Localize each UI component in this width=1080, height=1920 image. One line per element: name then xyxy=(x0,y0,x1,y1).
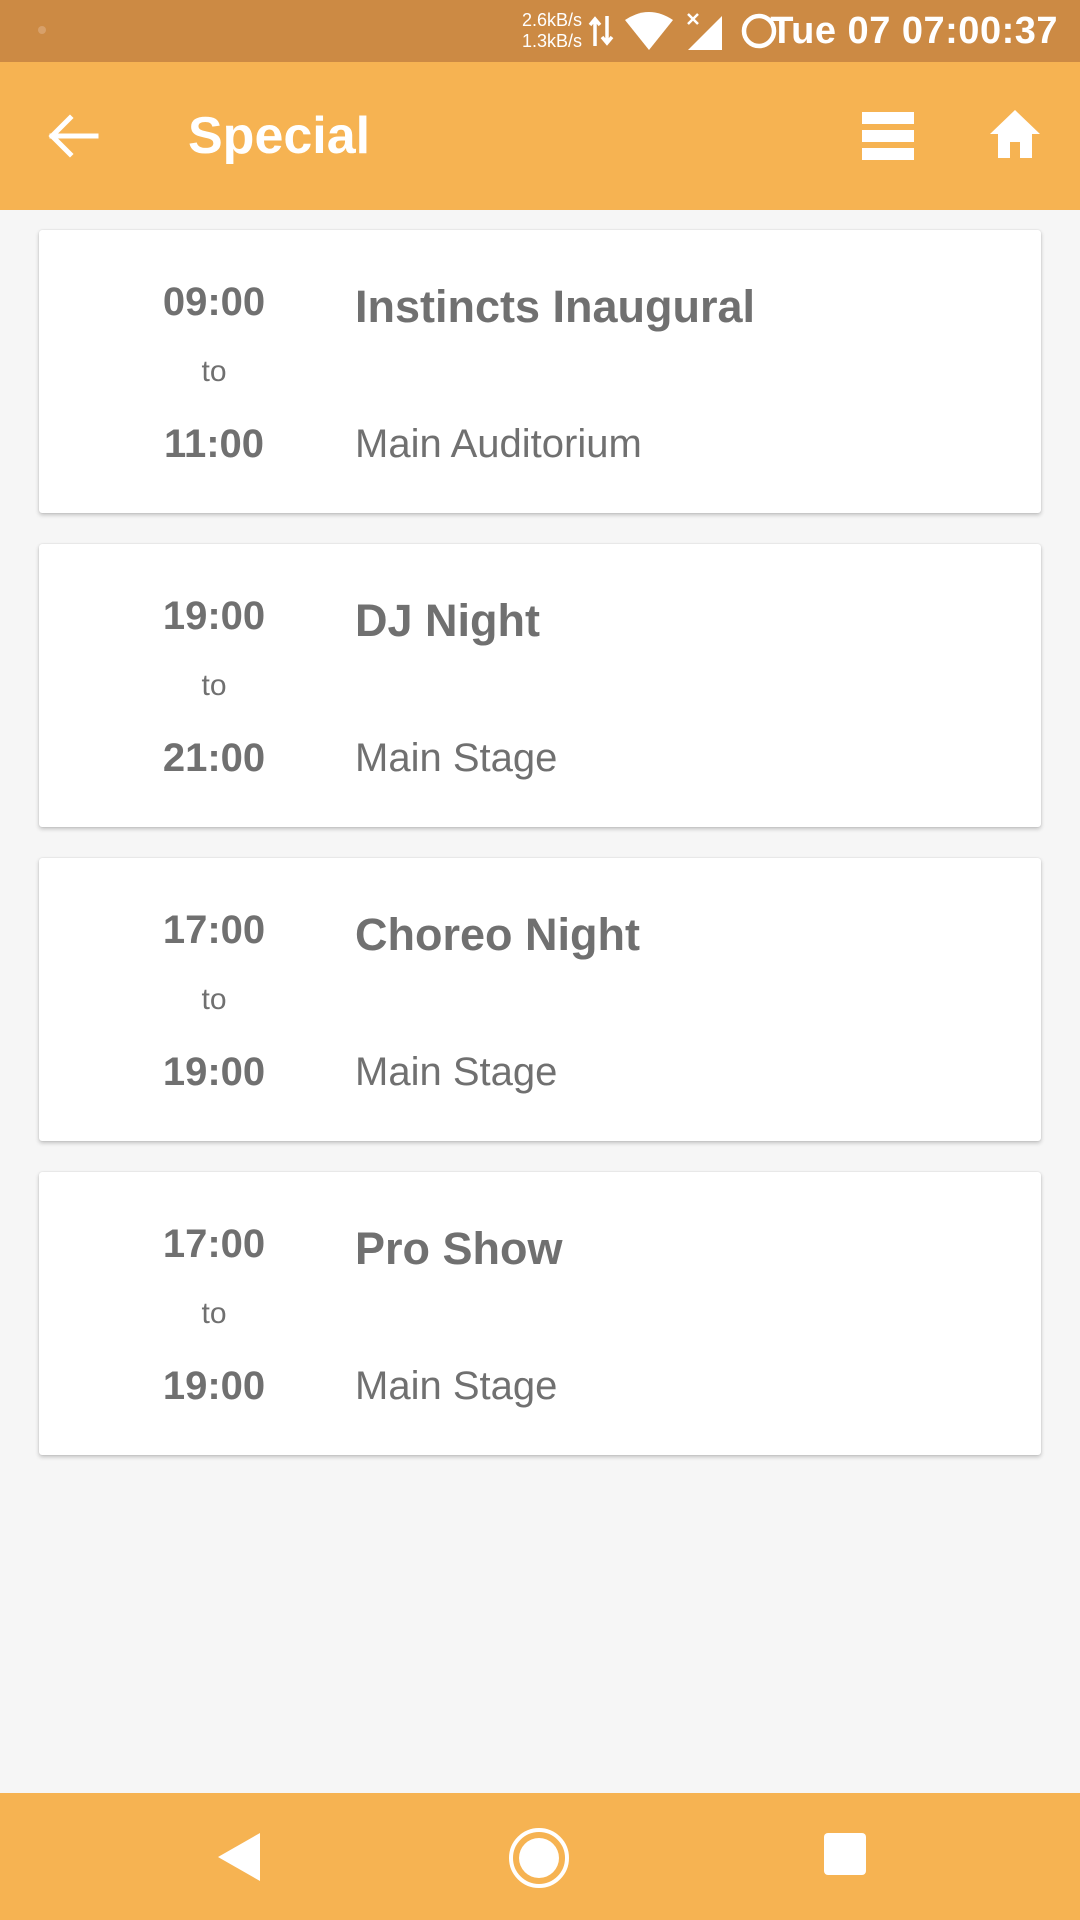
status-bar: 2.6kB/s 1.3kB/s Tue 07 07:00:37 xyxy=(0,0,1080,62)
signal-icon xyxy=(687,13,722,50)
net-down-speed: 1.3kB/s xyxy=(521,31,582,51)
nav-home-icon xyxy=(509,1828,569,1888)
nav-recents-icon xyxy=(824,1833,866,1875)
system-nav-bar xyxy=(0,1793,1080,1920)
page-title: Special xyxy=(188,107,371,165)
event-title: Choreo Night xyxy=(355,909,640,960)
event-title: Instincts Inaugural xyxy=(355,281,756,332)
event-time-separator: to xyxy=(201,983,227,1016)
nav-back-icon xyxy=(218,1833,260,1881)
event-title: Pro Show xyxy=(355,1223,563,1274)
back-button[interactable] xyxy=(44,110,100,162)
event-card[interactable]: 17:00 to 19:00 Choreo Night Main Stage xyxy=(39,858,1041,1141)
event-card[interactable]: 09:00 to 11:00 Instincts Inaugural Main … xyxy=(39,230,1041,513)
wifi-icon xyxy=(625,12,673,50)
event-title: DJ Night xyxy=(355,595,540,646)
app-bar: Special xyxy=(0,62,1080,210)
event-venue: Main Stage xyxy=(355,1050,558,1094)
event-card[interactable]: 19:00 to 21:00 DJ Night Main Stage xyxy=(39,544,1041,827)
view-toggle-button[interactable] xyxy=(858,108,918,164)
event-venue: Main Stage xyxy=(355,1364,558,1408)
event-end-time: 11:00 xyxy=(163,422,265,466)
home-button[interactable] xyxy=(986,106,1044,162)
event-start-time: 09:00 xyxy=(162,280,266,324)
view-agenda-icon xyxy=(862,112,914,160)
event-list: 09:00 to 11:00 Instincts Inaugural Main … xyxy=(39,230,1041,1486)
network-speed: 2.6kB/s 1.3kB/s xyxy=(510,10,582,52)
event-time-separator: to xyxy=(201,669,227,702)
home-icon xyxy=(990,110,1040,158)
event-start-time: 19:00 xyxy=(162,594,266,638)
event-time-separator: to xyxy=(201,355,227,388)
event-start-time: 17:00 xyxy=(162,908,266,952)
event-end-time: 19:00 xyxy=(162,1050,266,1094)
nav-back-button[interactable] xyxy=(210,1829,270,1885)
event-card[interactable]: 17:00 to 19:00 Pro Show Main Stage xyxy=(39,1172,1041,1455)
net-activity-icon xyxy=(588,16,614,46)
nav-home-button[interactable] xyxy=(508,1827,570,1889)
nav-recents-button[interactable] xyxy=(822,1831,868,1877)
event-venue: Main Auditorium xyxy=(355,422,642,466)
event-end-time: 19:00 xyxy=(162,1364,266,1408)
event-start-time: 17:00 xyxy=(162,1222,266,1266)
event-venue: Main Stage xyxy=(355,736,558,780)
notification-dot xyxy=(38,26,46,34)
arrow-back-icon xyxy=(48,114,99,158)
event-end-time: 21:00 xyxy=(162,736,266,780)
status-clock: Tue 07 07:00:37 xyxy=(770,10,1058,52)
event-time-separator: to xyxy=(201,1297,227,1330)
net-up-speed: 2.6kB/s xyxy=(521,10,582,30)
